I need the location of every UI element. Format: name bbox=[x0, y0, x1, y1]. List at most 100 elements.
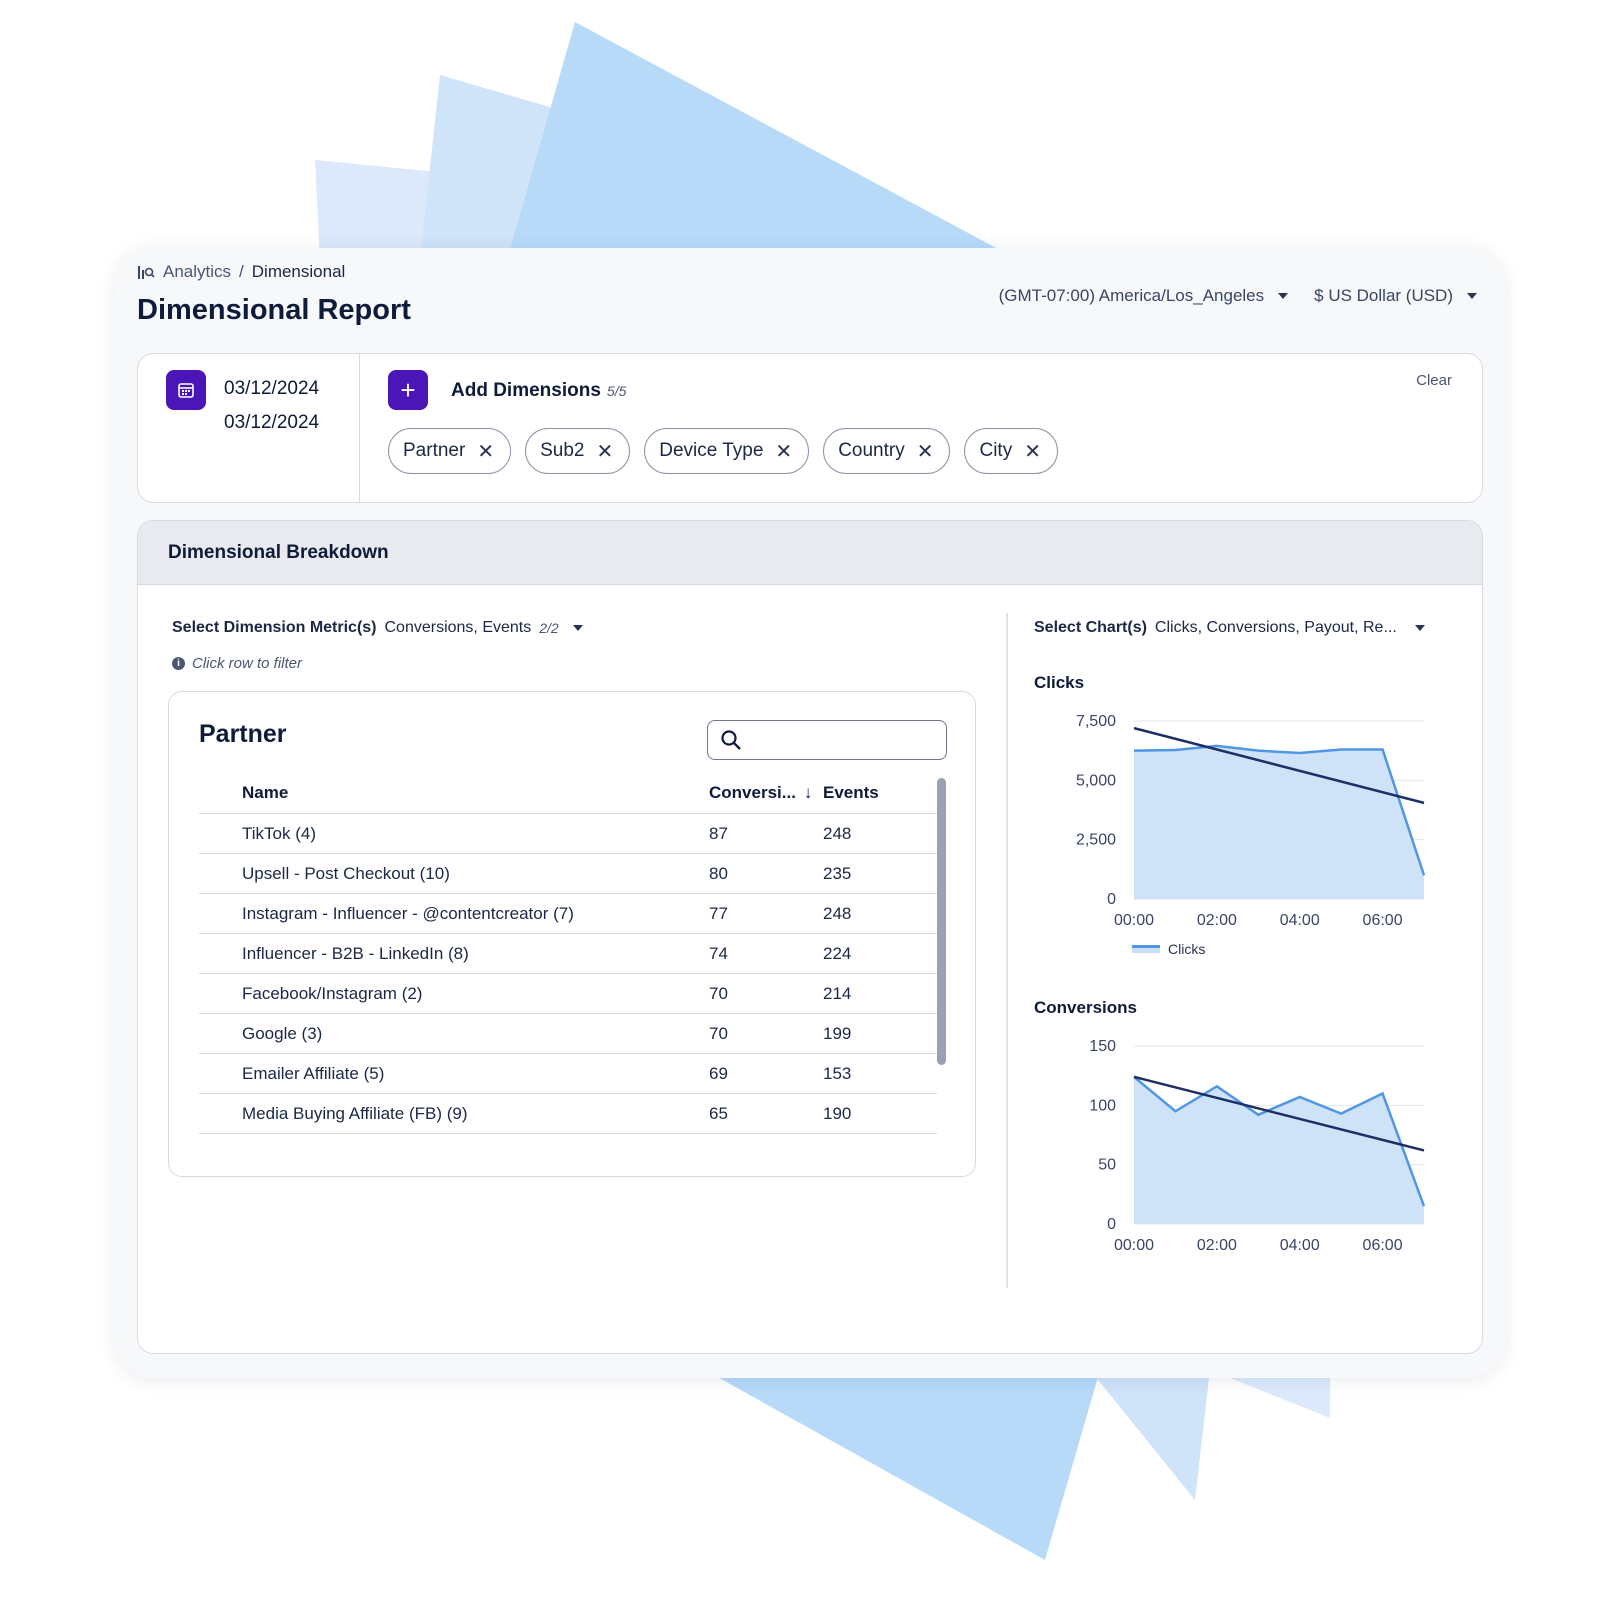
column-header-conversions-label: Conversi... bbox=[709, 782, 796, 802]
breadcrumb-current: Dimensional bbox=[251, 262, 346, 281]
x-tick-label: 02:00 bbox=[1197, 912, 1237, 929]
cell-conversions: 65 bbox=[709, 1103, 728, 1123]
x-tick-label: 00:00 bbox=[1114, 1237, 1154, 1254]
cell-name: TikTok (4) bbox=[242, 823, 316, 843]
cell-conversions: 74 bbox=[709, 943, 728, 963]
cell-name: Emailer Affiliate (5) bbox=[242, 1063, 385, 1083]
cell-name: Upsell - Post Checkout (10) bbox=[242, 863, 450, 883]
date-start: 03/12/2024 bbox=[224, 378, 320, 399]
cell-events: 199 bbox=[823, 1023, 852, 1043]
search-input[interactable] bbox=[707, 720, 947, 760]
sort-down-icon: ↓ bbox=[803, 782, 813, 802]
caret-down-icon bbox=[572, 625, 583, 631]
cell-name: Media Buying Affiliate (FB) (9) bbox=[242, 1103, 468, 1123]
table-scrollbar[interactable] bbox=[937, 778, 946, 1065]
clear-button[interactable]: Clear bbox=[1416, 372, 1452, 389]
column-header-name[interactable]: Name bbox=[199, 783, 709, 803]
cell-events: 153 bbox=[823, 1063, 852, 1083]
cell-events: 224 bbox=[823, 943, 852, 963]
cell-conversions: 69 bbox=[709, 1063, 728, 1083]
area-fill bbox=[1134, 745, 1424, 899]
page-title: Dimensional Report bbox=[137, 294, 411, 326]
cell-name: Influencer - B2B - LinkedIn (8) bbox=[242, 943, 469, 963]
table-row[interactable]: Influencer - B2B - LinkedIn (8) 74 224 bbox=[199, 934, 937, 974]
panel-divider bbox=[1006, 613, 1008, 1288]
analytics-icon bbox=[138, 266, 155, 279]
partner-table-card: Partner Name Conversi... ↓ Events TikTok… bbox=[168, 691, 976, 1177]
x-tick-label: 02:00 bbox=[1197, 1237, 1237, 1254]
cell-conversions: 80 bbox=[709, 863, 728, 883]
table-row[interactable]: Emailer Affiliate (5) 69 153 bbox=[199, 1054, 937, 1094]
chip-label: Country bbox=[838, 440, 905, 461]
column-header-conversions[interactable]: Conversi... ↓ bbox=[709, 783, 823, 803]
cell-events: 235 bbox=[823, 863, 852, 883]
filter-panel: 03/12/2024 03/12/2024 + Add Dimensions 5/… bbox=[137, 353, 1483, 503]
chip-label: Device Type bbox=[659, 440, 764, 461]
chip-label: City bbox=[979, 440, 1013, 461]
area-fill bbox=[1134, 1076, 1424, 1224]
app-window: Analytics / Dimensional Dimensional Repo… bbox=[115, 248, 1505, 1378]
table-row[interactable]: Facebook/Instagram (2) 70 214 bbox=[199, 974, 937, 1014]
chip-country[interactable]: Country ✕ bbox=[823, 428, 951, 474]
cell-events: 248 bbox=[823, 823, 852, 843]
cell-conversions: 77 bbox=[709, 903, 728, 923]
filter-hint: i Click row to filter bbox=[172, 655, 302, 672]
chart-select-value: Clicks, Conversions, Payout, Re... bbox=[1154, 619, 1397, 636]
x-tick-label: 04:00 bbox=[1280, 1237, 1320, 1254]
hint-text: Click row to filter bbox=[192, 655, 303, 672]
breadcrumb: Analytics / Dimensional bbox=[137, 262, 345, 282]
cell-conversions: 70 bbox=[709, 983, 728, 1003]
table-row[interactable]: Upsell - Post Checkout (10) 80 235 bbox=[199, 854, 937, 894]
close-icon[interactable]: ✕ bbox=[596, 439, 613, 464]
cell-name: Facebook/Instagram (2) bbox=[242, 983, 423, 1003]
cell-conversions: 87 bbox=[709, 823, 728, 843]
column-header-events[interactable]: Events bbox=[823, 783, 937, 803]
partner-table: Name Conversi... ↓ Events TikTok (4) 87 … bbox=[199, 772, 937, 1134]
header-selectors: (GMT-07:00) America/Los_Angeles $ US Dol… bbox=[999, 286, 1477, 306]
close-icon[interactable]: ✕ bbox=[775, 439, 792, 464]
chip-label: Partner bbox=[403, 440, 466, 461]
clicks-chart-legend: Clicks bbox=[1132, 941, 1205, 957]
table-header: Name Conversi... ↓ Events bbox=[199, 772, 937, 814]
chip-device-type[interactable]: Device Type ✕ bbox=[644, 428, 810, 474]
close-icon[interactable]: ✕ bbox=[477, 439, 494, 464]
table-row[interactable]: Google (3) 70 199 bbox=[199, 1014, 937, 1054]
chip-partner[interactable]: Partner ✕ bbox=[388, 428, 512, 474]
x-tick-label: 04:00 bbox=[1280, 912, 1320, 929]
close-icon[interactable]: ✕ bbox=[917, 439, 934, 464]
x-tick-label: 00:00 bbox=[1114, 912, 1154, 929]
breadcrumb-separator: / bbox=[239, 262, 244, 281]
chip-sub2[interactable]: Sub2 ✕ bbox=[525, 428, 631, 474]
dimension-metric-select[interactable]: Select Dimension Metric(s) Conversions, … bbox=[172, 619, 583, 637]
search-icon bbox=[721, 730, 741, 750]
currency-value: $ US Dollar (USD) bbox=[1314, 286, 1453, 305]
chart-select-label: Select Chart(s) bbox=[1034, 619, 1147, 636]
date-range-picker[interactable]: 03/12/2024 03/12/2024 bbox=[138, 354, 360, 502]
plus-icon: + bbox=[400, 374, 416, 405]
legend-swatch bbox=[1132, 945, 1160, 953]
y-tick-label: 0 bbox=[1107, 1216, 1116, 1233]
table-row[interactable]: Media Buying Affiliate (FB) (9) 65 190 bbox=[199, 1094, 937, 1134]
conversions-chart-title: Conversions bbox=[1034, 998, 1137, 1017]
metric-count: 2/2 bbox=[539, 620, 559, 636]
caret-down-icon bbox=[1278, 293, 1289, 299]
currency-select[interactable]: $ US Dollar (USD) bbox=[1314, 286, 1477, 306]
chip-label: Sub2 bbox=[540, 440, 585, 461]
table-row[interactable]: Instagram - Influencer - @contentcreator… bbox=[199, 894, 937, 934]
metric-select-label: Select Dimension Metric(s) bbox=[172, 619, 377, 636]
timezone-select[interactable]: (GMT-07:00) America/Los_Angeles bbox=[999, 286, 1289, 306]
breadcrumb-parent[interactable]: Analytics bbox=[163, 262, 231, 282]
add-dimension-button[interactable]: + bbox=[388, 370, 428, 410]
y-tick-label: 2,500 bbox=[1076, 832, 1116, 849]
timezone-value: (GMT-07:00) America/Los_Angeles bbox=[998, 286, 1265, 305]
y-tick-label: 50 bbox=[1098, 1157, 1116, 1174]
y-tick-label: 100 bbox=[1089, 1097, 1116, 1114]
cell-name: Instagram - Influencer - @contentcreator… bbox=[242, 903, 574, 923]
x-tick-label: 06:00 bbox=[1363, 912, 1403, 929]
calendar-icon[interactable] bbox=[166, 370, 206, 410]
table-row[interactable]: TikTok (4) 87 248 bbox=[199, 814, 937, 854]
chart-select[interactable]: Select Chart(s) Clicks, Conversions, Pay… bbox=[1034, 619, 1425, 637]
add-dimensions-text: Add Dimensions bbox=[451, 380, 601, 401]
close-icon[interactable]: ✕ bbox=[1024, 439, 1041, 464]
chip-city[interactable]: City ✕ bbox=[964, 428, 1058, 474]
